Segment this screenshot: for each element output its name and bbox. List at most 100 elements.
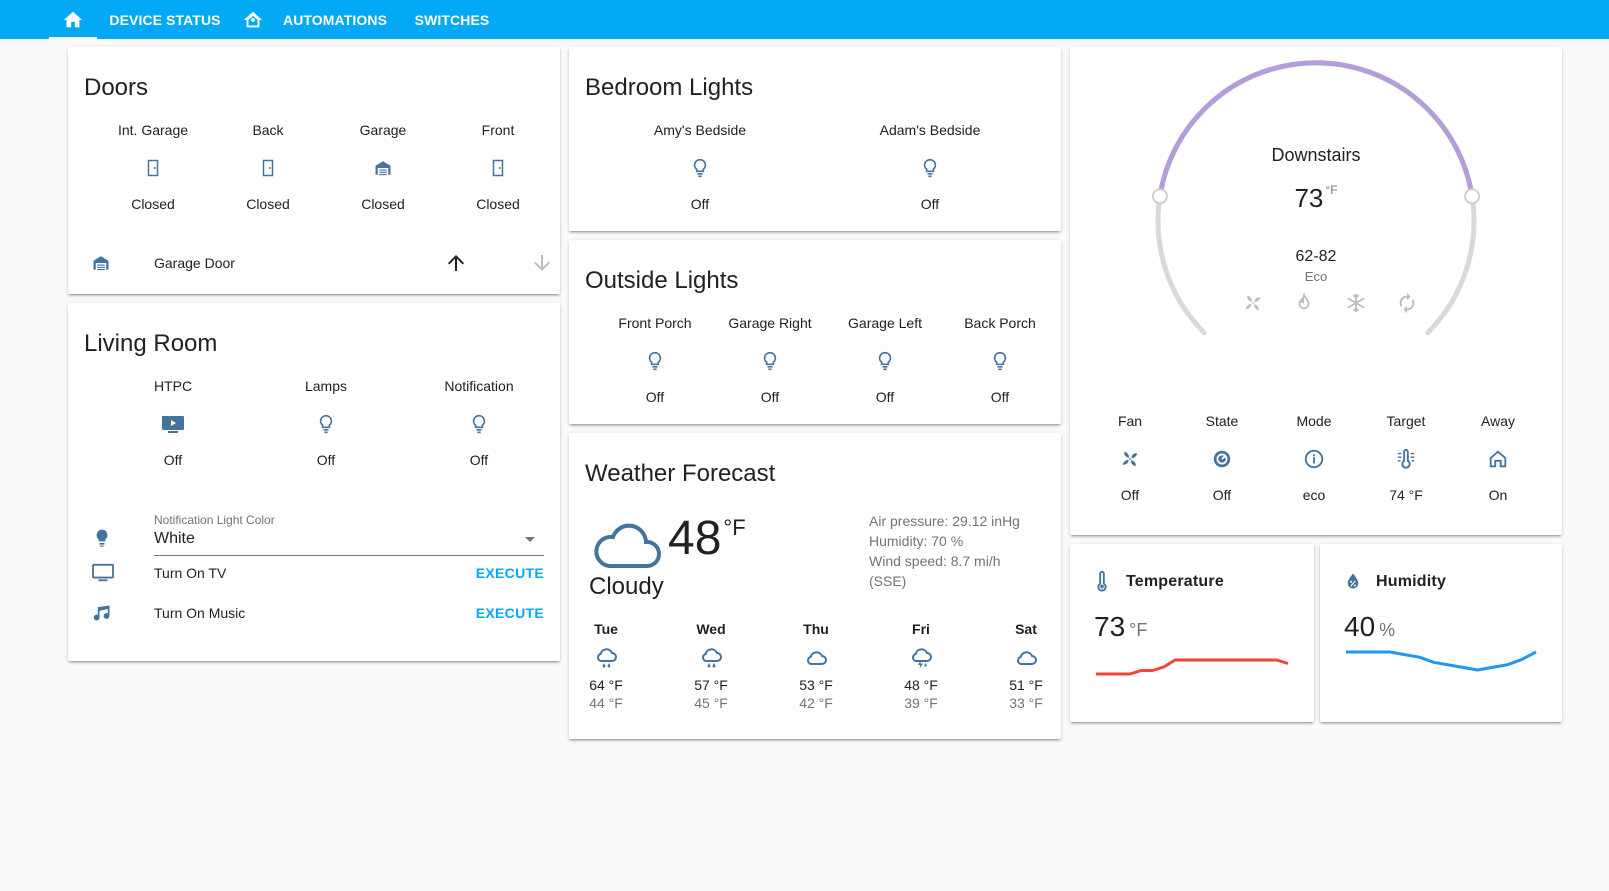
door-closed-icon — [442, 156, 554, 180]
weather-forecast-card[interactable]: Weather Forecast 48°F Cloudy Air pressur… — [569, 433, 1061, 739]
entity-state: Off — [875, 389, 895, 405]
forecast-day-name: Thu — [803, 621, 829, 637]
temperature-sensor-card[interactable]: Temperature 73 °F — [1070, 544, 1314, 722]
thermostat-current: 73 °F — [1070, 183, 1562, 214]
fan-icon — [1245, 295, 1261, 311]
light-garage-right[interactable]: Garage Right Off — [714, 314, 826, 406]
entity-state: Closed — [476, 196, 520, 212]
temperature-history-graph — [1096, 658, 1289, 676]
lightbulb-outline-icon — [644, 156, 756, 180]
forecast-low: 39 °F — [904, 695, 938, 711]
forecast-low: 42 °F — [799, 695, 833, 711]
cool-mode-button[interactable] — [1345, 292, 1367, 314]
lightbulb-outline-icon — [944, 349, 1056, 373]
value: 40 — [1344, 611, 1376, 642]
lightbulb-icon — [92, 527, 112, 549]
forecast-day: Thu 53 °F 42 °F — [786, 621, 846, 711]
light-garage-left[interactable]: Garage Left Off — [829, 314, 941, 406]
temperature-unit: °F — [1325, 183, 1338, 197]
entity-htpc[interactable]: HTPC Off — [117, 377, 229, 469]
entity-name: Garage Right — [728, 315, 812, 331]
attribute-name: Away — [1481, 413, 1515, 429]
sensor-value: 40% — [1344, 611, 1395, 643]
tab-label: SWITCHES — [414, 11, 490, 28]
door-garage[interactable]: Garage Closed — [327, 121, 439, 213]
entity-lamps[interactable]: Lamps Off — [270, 377, 382, 469]
fan-mode-button[interactable] — [1242, 292, 1264, 314]
entity-name: Adam's Bedside — [879, 122, 981, 138]
attr-away: Away On — [1442, 412, 1554, 504]
light-adams-bedside[interactable]: Adam's Bedside Off — [874, 121, 986, 213]
entity-state: Off — [645, 389, 665, 405]
air-pressure: Air pressure: 29.12 inHg — [869, 513, 1020, 529]
door-front[interactable]: Front Closed — [442, 121, 554, 213]
forecast-high: 57 °F — [694, 677, 728, 693]
tab-home[interactable] — [49, 0, 97, 39]
television-icon — [84, 563, 124, 583]
entity-state: Off — [690, 196, 710, 212]
rainy-icon — [576, 647, 636, 669]
notification-color-select[interactable]: Notification Light Color White — [84, 513, 560, 563]
wind-speed: Wind speed: 8.7 mi/h (SSE) — [869, 553, 1001, 589]
forecast-high: 48 °F — [904, 677, 938, 693]
lightbulb-outline-icon — [714, 349, 826, 373]
entity-state: Off — [316, 452, 336, 468]
entity-state: Off — [469, 452, 489, 468]
door-int-garage[interactable]: Int. Garage Closed — [97, 121, 209, 213]
tab-device-status[interactable]: DEVICE STATUS — [100, 0, 230, 39]
tab-switches[interactable]: SWITCHES — [404, 0, 500, 39]
fire-icon — [1298, 292, 1310, 310]
garage-icon — [327, 156, 439, 180]
top-toolbar: DEVICE STATUS AUTOMATIONS SWITCHES — [0, 0, 1609, 39]
bedroom-lights-card: Bedroom Lights Amy's Bedside Off Adam's … — [569, 47, 1061, 231]
card-title: Bedroom Lights — [585, 74, 754, 101]
mode-buttons — [1242, 292, 1418, 314]
cloudy-icon — [591, 521, 661, 569]
lightbulb-outline-icon — [270, 412, 382, 436]
select-label: Notification Light Color — [154, 513, 275, 527]
close-cover-button[interactable] — [530, 251, 554, 275]
row-label: Turn On Music — [154, 605, 246, 621]
light-amys-bedside[interactable]: Amy's Bedside Off — [644, 121, 756, 213]
card-title: Outside Lights — [585, 267, 739, 294]
tab-automations[interactable]: AUTOMATIONS — [276, 0, 394, 39]
light-front-porch[interactable]: Front Porch Off — [599, 314, 711, 406]
door-back[interactable]: Back Closed — [212, 121, 324, 213]
garage-door-row: Garage Door — [84, 247, 550, 279]
light-back-porch[interactable]: Back Porch Off — [944, 314, 1056, 406]
humidity-sensor-card[interactable]: Humidity 40% — [1320, 544, 1562, 722]
weather-condition: Cloudy — [589, 573, 664, 600]
entity-state: Off — [920, 196, 940, 212]
snowflake-icon — [1347, 293, 1365, 313]
heat-mode-button[interactable] — [1293, 292, 1315, 314]
execute-button[interactable]: EXECUTE — [476, 605, 544, 621]
current-temperature: 73 — [1294, 183, 1324, 213]
entity-state: Closed — [246, 196, 290, 212]
entity-name: HTPC — [153, 378, 193, 394]
doors-card: Doors Int. Garage Closed Back Closed Gar… — [68, 47, 560, 294]
attribute-state: On — [1488, 487, 1508, 503]
home-automation-icon — [243, 11, 263, 27]
entity-name: Front Porch — [618, 315, 692, 331]
card-title: Living Room — [84, 330, 218, 357]
entity-state: Off — [760, 389, 780, 405]
thermostat-card: Downstairs 73 °F 62-82 Eco Fan Off State … — [1070, 47, 1562, 535]
television-icon — [117, 412, 229, 436]
tab-home-automation[interactable] — [230, 0, 276, 39]
auto-mode-button[interactable] — [1396, 292, 1418, 314]
arrow-up-icon — [448, 255, 464, 271]
entity-notification[interactable]: Notification Off — [423, 377, 535, 469]
forecast-day: Sat 51 °F 33 °F — [996, 621, 1056, 711]
sensor-name: Humidity — [1376, 573, 1447, 590]
forecast-high: 53 °F — [799, 677, 833, 693]
dial-setpoint-range — [1157, 60, 1475, 199]
execute-button[interactable]: EXECUTE — [476, 565, 544, 581]
open-cover-button[interactable] — [444, 251, 468, 275]
entity-name: Back Porch — [964, 315, 1036, 331]
water-percent-icon — [1344, 571, 1362, 591]
tab-label: DEVICE STATUS — [109, 11, 221, 28]
humidity-history-graph — [1346, 650, 1537, 672]
entity-name: Int. Garage — [117, 122, 189, 138]
entity-name: Lamps — [304, 378, 348, 394]
arrow-down-icon — [534, 255, 550, 271]
